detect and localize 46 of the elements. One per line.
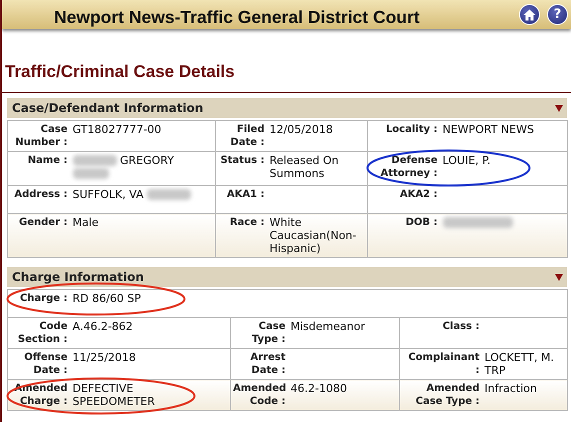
field-label: Code Section : [18,321,68,345]
field-value: DEFECTIVE SPEEDOMETER [72,382,156,408]
field-label: Gender : [19,217,68,228]
field-value: NEWPORT NEWS [442,123,534,136]
field-label: Status : [220,155,264,166]
field-label: Locality : [386,124,438,135]
collapse-icon[interactable] [555,274,563,280]
field-label: AKA1 : [226,189,264,200]
field-label: Case Number : [15,124,68,148]
section-title: Charge Information [12,269,144,286]
field-value: 12/05/2018 [270,123,333,136]
field-label: Case Type : [252,321,286,345]
field-value: 11/25/2018 [72,351,136,364]
field-label: Race : [230,217,264,228]
field-label: Name : [28,155,68,166]
field-label: Arrest Date : [250,352,286,376]
field-label: Class : [442,321,480,332]
section-title: Case/Defendant Information [12,100,204,117]
field-value: RD 86/60 SP [72,292,141,305]
collapse-icon[interactable] [555,104,563,112]
field-value: Released On Summons [270,154,339,180]
field-value: GT18027777-00 [72,123,162,136]
field-label: Amended Code : [233,383,286,407]
field-label: Charge : [20,293,68,304]
field-label: Filed Date : [230,124,264,148]
field-value: Male [72,216,99,229]
field-value: A.46.2-862 [72,320,133,333]
help-icon[interactable]: ? [547,4,568,25]
field-label: DOB : [406,217,438,228]
field-value: White Caucasian(Non-Hispanic) [270,216,356,255]
header-title: Newport News-Traffic General District Court [54,6,420,29]
field-label: AKA2 : [400,189,438,200]
field-label: Offense Date : [24,352,68,376]
field-value: GREGORY [120,154,174,167]
field-value: Infraction [484,382,537,395]
field-value: LOUIE, P. [442,154,491,167]
field-label: Complainant : [408,352,480,376]
page-title: Traffic/Criminal Case Details [5,62,236,82]
home-icon[interactable] [519,4,540,25]
field-value: SUFFOLK, VA [72,188,144,201]
field-value: Misdemeanor [290,320,365,333]
field-label: Defense Attorney : [380,155,438,179]
field-value: LOCKETT, M. TRP [484,351,554,377]
field-label: Amended Case Type : [416,383,480,407]
field-label: Address : [14,189,68,200]
field-value: 46.2-1080 [290,382,347,395]
